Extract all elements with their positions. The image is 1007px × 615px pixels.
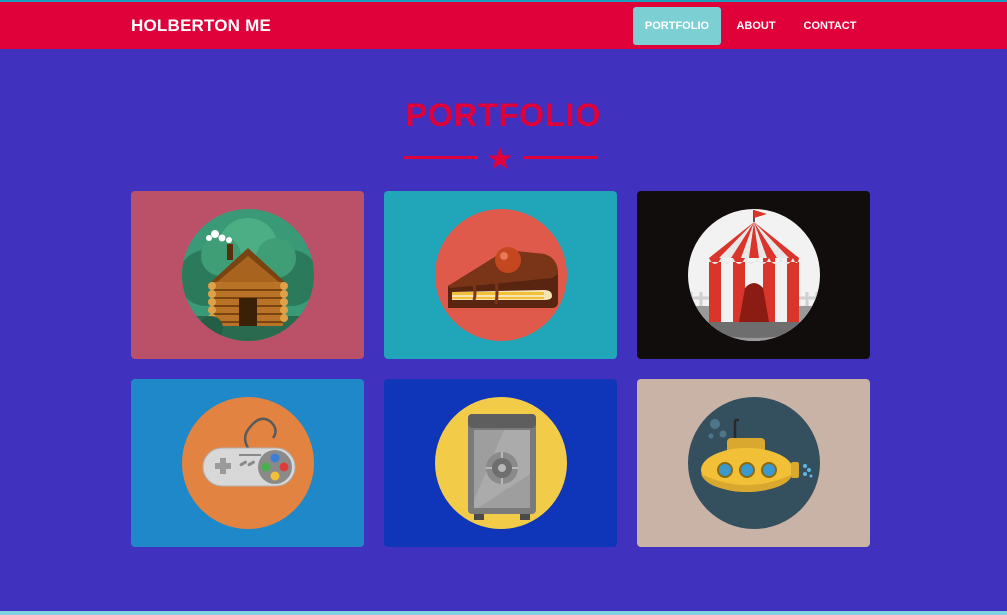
- star-icon: [488, 147, 512, 169]
- nav-contact[interactable]: CONTACT: [795, 7, 865, 45]
- nav-portfolio[interactable]: PORTFOLIO: [633, 7, 721, 45]
- footer-edge: [0, 611, 1007, 615]
- navbar: HOLBERTON ME PORTFOLIO ABOUT CONTACT: [0, 0, 1007, 49]
- submarine-icon: [688, 397, 820, 529]
- portfolio-card-cake[interactable]: [384, 191, 617, 359]
- section-title: PORTFOLIO: [405, 97, 602, 133]
- log-cabin-icon: [182, 209, 314, 341]
- brand-logo[interactable]: HOLBERTON ME: [131, 16, 271, 36]
- portfolio-card-cabin[interactable]: [131, 191, 364, 359]
- portfolio-card-controller[interactable]: [131, 379, 364, 547]
- portfolio-card-submarine[interactable]: [637, 379, 870, 547]
- game-controller-icon: [182, 397, 314, 529]
- nav-about[interactable]: ABOUT: [728, 7, 784, 45]
- divider-line-left: [404, 156, 478, 159]
- portfolio-card-circus[interactable]: [637, 191, 870, 359]
- cake-slice-icon: [435, 209, 567, 341]
- safe-icon: [435, 397, 567, 529]
- divider-line-right: [524, 156, 598, 159]
- portfolio-card-safe[interactable]: [384, 379, 617, 547]
- circus-tent-icon: [688, 209, 820, 341]
